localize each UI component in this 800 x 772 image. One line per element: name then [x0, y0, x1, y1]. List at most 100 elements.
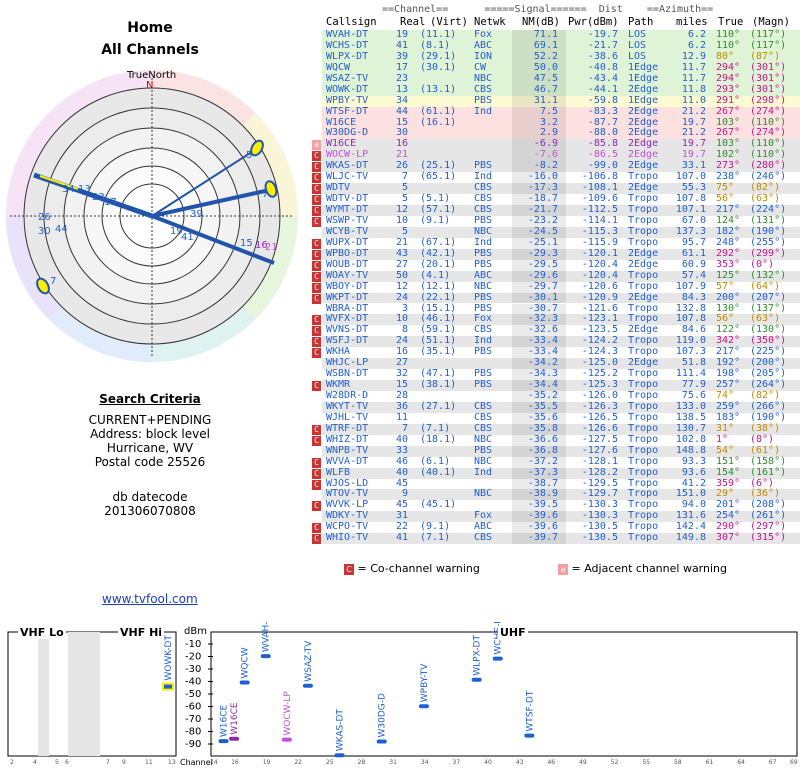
vhf-channel-tick: 5	[55, 759, 59, 766]
dbm-tick: -50	[185, 689, 201, 700]
uhf-channel-tick: 25	[326, 759, 334, 766]
cell-path: 2Edge	[628, 105, 659, 117]
cell-nm: -37.2	[527, 455, 558, 467]
vhf-hi-label: VHF Hi	[118, 626, 165, 639]
cell-dist: 84.3	[681, 291, 706, 303]
polar-channel-label: 5	[246, 150, 252, 161]
cell-path: Tropo	[628, 532, 659, 544]
cell-azimuth-magn: (158°)	[750, 455, 787, 467]
table-row: C WHIO-TV 41 (7.1) CBS -39.7 -130.5 Tropo 149.8 3…	[312, 532, 800, 545]
vhf-channel-tick: 11	[145, 759, 153, 766]
uhf-channel-tick: 64	[737, 759, 745, 766]
col-netwk: Netwk	[474, 16, 506, 28]
cell-virt: (45.1)	[420, 499, 457, 511]
cell-dist: 21.2	[681, 105, 706, 117]
polar-channel-label: 41	[181, 232, 194, 243]
uhf-channel-tick: 19	[263, 759, 271, 766]
criteria-postal: Postal code 25526	[94, 455, 206, 469]
page-title: Home	[127, 20, 173, 36]
cell-dist: 93.3	[681, 455, 706, 467]
criteria-address: Address: block level	[90, 427, 210, 441]
uhf-channel-tick: 40	[484, 759, 492, 766]
uhf-label: UHF	[498, 626, 528, 639]
cell-virt: (27.1)	[420, 400, 457, 412]
uhf-channel-tick: 61	[706, 759, 714, 766]
spectrum-bar-uhf	[229, 736, 240, 741]
uhf-box	[210, 631, 798, 757]
polar-channel-label: 13	[78, 184, 91, 195]
dbm-tick: -30	[185, 664, 201, 675]
co-channel-warning-badge: C	[312, 337, 321, 348]
uhf-channel-tick: 69	[790, 759, 798, 766]
spectrum-bar-uhf	[471, 677, 482, 682]
cell-real: 41	[395, 532, 408, 544]
uhf-channel-tick: 34	[421, 759, 429, 766]
co-channel-warning-badge: C	[312, 348, 321, 359]
spectrum-station-label: WSAZ-TV	[304, 640, 314, 682]
table-row: WOWK-DT 13 (13.1) CBS 46.7 -44.1 2Edge 11.8 293°…	[322, 83, 800, 96]
polar-plot: N 5 7 34 13 23 17 26 30 44 39 19 41 15 16 21 7	[0, 68, 300, 368]
cell-virt: (30.1)	[420, 61, 457, 73]
co-channel-warning-badge: C	[312, 424, 321, 435]
col-path: Path	[628, 16, 654, 28]
cell-real: 44	[395, 105, 408, 117]
cell-path: Tropo	[628, 280, 659, 292]
dbm-tick: -80	[185, 727, 201, 738]
table-row: C WLFB 40 (40.1) Ind -37.3 -128.2 Tropo 93.6 154°…	[312, 466, 800, 479]
spectrum-bar-uhf	[334, 753, 345, 758]
co-channel-warning-badge: C	[312, 195, 321, 206]
col-magn: (Magn)	[752, 16, 790, 28]
polar-channel-label: 15	[240, 238, 253, 249]
col-pwr: Pwr(dBm)	[568, 16, 619, 28]
cell-real: 34	[395, 94, 408, 106]
cell-nm: 46.7	[533, 83, 558, 95]
co-channel-warning-badge: C	[312, 435, 321, 446]
cell-nm: 7.5	[539, 105, 558, 117]
polar-channel-label: 21	[265, 242, 278, 253]
legend-co-channel: C = Co-channel warning	[344, 562, 480, 575]
cell-pwr: -83.3	[587, 105, 618, 117]
cell-path: Tropo	[628, 466, 659, 478]
polar-channel-label: 30	[38, 226, 51, 237]
cell-path: 2Edge	[628, 83, 659, 95]
cell-netwk: Ind	[474, 105, 493, 117]
header-group-line: ==Channel== =====Signal====== Dist ==Azi…	[382, 4, 714, 15]
spectrum-station-label: WLPX-DT	[473, 635, 483, 676]
co-channel-warning-badge: C	[312, 216, 321, 227]
cell-nm: 31.1	[533, 94, 558, 106]
cell-pwr: -128.2	[581, 466, 618, 478]
cell-path: 1Edge	[628, 94, 659, 106]
criteria-mode: CURRENT+PENDING	[88, 413, 212, 427]
table-header-row: Callsign Real (Virt) Netwk NM(dB) Pwr(dB…	[322, 16, 800, 29]
cell-callsign: WPBY-TV	[326, 94, 369, 106]
polar-plot-svg: N 5734 1323 172630 4439194115 16217	[6, 70, 298, 362]
spectrum-bar-uhf	[281, 737, 292, 742]
adjacent-warning-badge: a	[312, 140, 321, 151]
cell-real: 40	[395, 466, 408, 478]
spectrum-bar-uhf	[239, 680, 250, 685]
uhf-channel-tick: 52	[611, 759, 619, 766]
uhf-channel-tick: 49	[579, 759, 587, 766]
cell-azimuth-true: 151°	[716, 455, 741, 467]
cell-pwr: -128.1	[581, 455, 618, 467]
spectrum-station-label: WKAS-DT	[336, 709, 346, 752]
spectrum-bar-uhf	[302, 683, 313, 688]
cell-virt: (65.1)	[420, 171, 457, 183]
cell-dist: 11.8	[681, 83, 706, 95]
cell-netwk: CBS	[474, 532, 493, 544]
cell-azimuth-true: 125°	[716, 269, 741, 281]
cell-nm: -29.7	[527, 280, 558, 292]
co-channel-text: = Co-channel warning	[357, 562, 480, 575]
table-row: WTSF-DT 44 (61.1) Ind 7.5 -83.3 2Edge 21.2 267° (…	[322, 105, 800, 118]
cell-azimuth-true: 291°	[716, 94, 741, 106]
cell-azimuth-magn: (207°)	[750, 291, 787, 303]
spectrum-bar-uhf	[492, 656, 503, 661]
co-channel-warning-badge: C	[312, 326, 321, 337]
spectrum-bar-uhf	[260, 654, 271, 659]
spectrum-station-label: WPBY-TV	[420, 663, 430, 702]
uhf-channel-tick: 28	[358, 759, 366, 766]
uhf-channel-tick: 67	[769, 759, 777, 766]
polar-channel-label: 23	[92, 192, 105, 203]
cell-virt: (18.1)	[420, 433, 457, 445]
tvfool-link[interactable]: www.tvfool.com	[102, 592, 198, 606]
